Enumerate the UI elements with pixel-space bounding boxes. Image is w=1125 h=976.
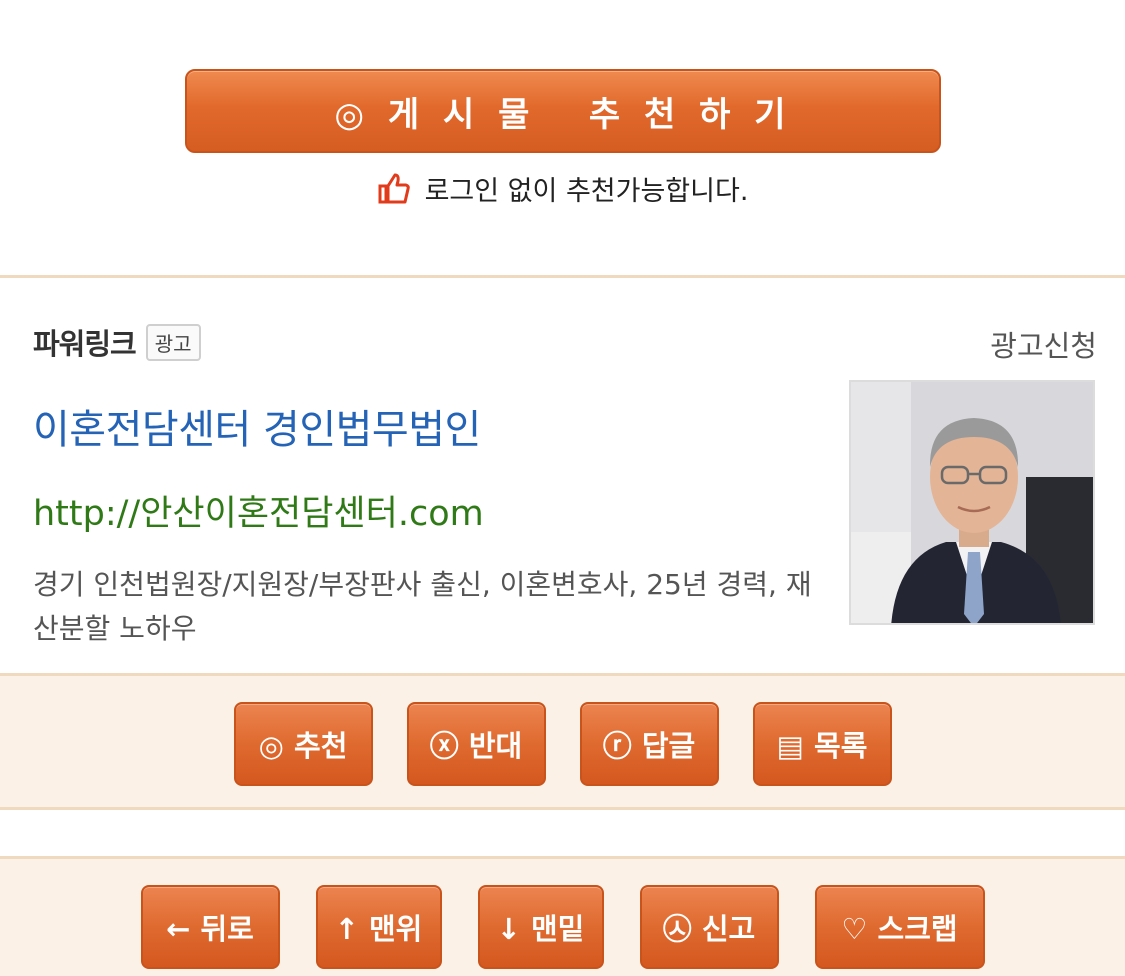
ad-description: 경기 인천법원장/지원장/부장판사 출신, 이혼변호사, 25년 경력, 재산분… (33, 568, 812, 645)
lawyer-photo-image (851, 382, 1093, 623)
reply-button[interactable]: ⓡ 답글 (579, 702, 719, 786)
ad-section-title: 파워링크 (33, 327, 137, 361)
recommend-hint: 로그인 없이 추천가능합니다. (0, 168, 1125, 208)
recommend-hint-text: 로그인 없이 추천가능합니다. (424, 175, 749, 207)
bottom-button[interactable]: ↓ 맨밑 (477, 885, 604, 969)
report-button[interactable]: ㉦ 신고 (639, 885, 779, 969)
list-button[interactable]: ▤ 목록 (752, 702, 892, 786)
power-link-ad: 파워링크 광고 광고신청 이혼전담센터 경인법무법인 http://안산이혼전담… (0, 279, 1125, 674)
ad-photo[interactable] (849, 380, 1095, 625)
ad-title-link[interactable]: 이혼전담센터 경인법무법인 (33, 397, 481, 455)
back-button[interactable]: ← 뒤로 (140, 885, 280, 969)
ad-badge: 광고 (145, 323, 201, 361)
ad-apply-link[interactable]: 광고신청 (990, 323, 1097, 365)
recommend-post-button[interactable]: ◎ 게 시 물 추 천 하 기 (185, 69, 941, 153)
recommend-button[interactable]: ◎ 추천 (233, 702, 373, 786)
recommend-area: ◎ 게 시 물 추 천 하 기 로그인 없이 추천가능합니다. (0, 0, 1125, 276)
divider (0, 807, 1125, 810)
post-action-buttons: ◎ 추천 ⓧ 반대 ⓡ 답글 ▤ 목록 (0, 702, 1125, 786)
divider (0, 275, 1125, 278)
thumbs-up-icon (378, 173, 410, 204)
oppose-button[interactable]: ⓧ 반대 (406, 702, 546, 786)
scrap-button[interactable]: ♡ 스크랩 (814, 885, 985, 969)
ad-header: 파워링크 광고 (33, 321, 201, 363)
page-nav-buttons: ← 뒤로 ↑ 맨위 ↓ 맨밑 ㉦ 신고 ♡ 스크랩 (0, 885, 1125, 969)
top-button[interactable]: ↑ 맨위 (315, 885, 442, 969)
ad-url-link[interactable]: http://안산이혼전담센터.com (33, 485, 484, 536)
